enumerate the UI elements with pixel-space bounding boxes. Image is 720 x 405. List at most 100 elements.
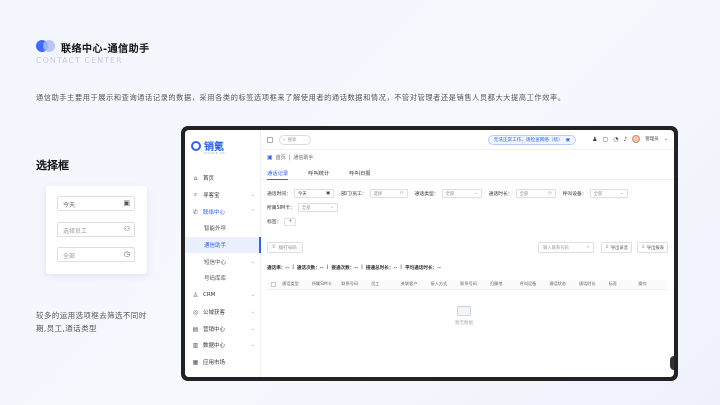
logo-icon	[191, 140, 201, 151]
sim-label: 所属SIM卡：	[267, 206, 295, 211]
call-type-select-value: 全部	[63, 253, 76, 260]
network-notice[interactable]: 无法正常工作，请检查网络（续） ▣	[487, 135, 576, 145]
dial-number-label: 拨打号码	[278, 245, 297, 251]
search-icon: ⌕	[283, 137, 286, 143]
message-icon[interactable]: ▢	[603, 136, 609, 143]
call-type-select[interactable]: 全部 ◷	[57, 247, 135, 262]
download-icon: ⇩	[641, 245, 645, 250]
chevron-icon: ⌄	[250, 192, 255, 198]
export-report-button[interactable]: ⇩ 导出报表	[637, 242, 668, 253]
top-bar-icons: ♟ ▢ ◔ ♪ 管理员 ⌄	[592, 135, 668, 143]
duration-value: 全部	[519, 191, 529, 197]
bell-icon[interactable]: ♪	[623, 136, 627, 143]
empty-state: 暂无数据	[455, 306, 473, 326]
tag-label: 标签：	[267, 220, 282, 225]
sim-input[interactable]: 全部 ⌄	[297, 203, 338, 212]
call-time-value: 今天	[298, 191, 307, 197]
column-header: 标签	[608, 281, 617, 286]
breadcrumb-current: 通信助手	[293, 155, 314, 161]
call-time-input[interactable]: 今天 ▣	[294, 189, 334, 198]
table-header: 通话类型 所属SIM卡 联系号码 员工 关联客户 接入方式 联系号码 归属地 呼叫设备 通话状态 通…	[267, 279, 668, 290]
sidebar-item-label: 智能外呼	[204, 226, 227, 232]
empty-box-icon	[457, 306, 471, 316]
sidebar-item[interactable]: 号码库库	[185, 270, 261, 286]
sidebar-item-label: 公域获客	[203, 310, 226, 316]
chevron-down-icon: ⌄	[330, 205, 334, 210]
chevron-icon: ⌄	[250, 292, 255, 298]
dept-input[interactable]: 选择 ⚇	[369, 189, 408, 198]
column-header: 联系号码	[460, 281, 477, 286]
selector-heading: 选择框	[36, 159, 69, 172]
sidebar-item[interactable]: ◎ 公域获客 ⌄	[185, 304, 261, 320]
number-search-input[interactable]: 输入联系号码 ⌕	[538, 242, 594, 253]
sidebar-item[interactable]: ✆ 联络中心 ⌃	[185, 204, 261, 220]
sidebar-item-label: 营销中心	[203, 327, 226, 333]
calendar-icon: ▣	[325, 191, 330, 196]
crm-icon: ♙	[192, 291, 199, 299]
call-type-input[interactable]: 全部 ⌄	[441, 189, 482, 198]
tab-call-daily[interactable]: 呼叫日报	[349, 166, 370, 180]
stats-bar: 通话率：-- | 通话次数：-- | 接通次数：-- | 接通总时长：-- | 平均通话…	[267, 265, 668, 271]
phone-icon: ✆	[192, 208, 199, 216]
network-notice-text: 无法正常工作，请检查网络（续）	[493, 138, 563, 143]
export-recording-button[interactable]: ⇩ 导出录音	[601, 242, 632, 253]
call-type-label: 通话类型：	[414, 192, 439, 197]
add-tag-button[interactable]: +	[284, 217, 297, 226]
headset-icon[interactable]: ◔	[613, 136, 618, 143]
avatar[interactable]	[632, 135, 641, 143]
sidebar-item[interactable]: ▥ 数据中心 ⌄	[185, 337, 261, 353]
column-header: 联系号码	[341, 281, 359, 286]
date-select[interactable]: 今天 ▣	[57, 196, 135, 211]
sidebar-item[interactable]: 通信助手	[185, 237, 261, 253]
stat-total-duration: 接通总时长：--	[365, 266, 398, 271]
marketing-icon: ▤	[192, 325, 199, 333]
sidebar-item[interactable]: ⌂ 首页	[185, 170, 261, 186]
brand-dots-icon	[36, 40, 56, 52]
column-header: 操作	[638, 281, 647, 286]
sidebar-item-label: 号码库库	[204, 276, 227, 282]
device-input[interactable]: 全部 ⌄	[589, 189, 628, 198]
breadcrumb-icon: ▣	[267, 154, 273, 161]
duration-label: 通话时长：	[488, 192, 513, 197]
sidebar-item[interactable]: 智能外呼	[185, 220, 261, 236]
export-report-label: 导出报表	[646, 245, 664, 251]
device-label: 呼叫设备：	[562, 192, 587, 197]
stat-call-rate: 通话率：--	[267, 266, 290, 271]
device-value: 全部	[593, 191, 603, 197]
chevron-icon: ⌄	[250, 259, 255, 265]
duration-input[interactable]: 全部 ◷	[515, 189, 556, 198]
sidebar-item-label: 首页	[203, 176, 215, 182]
tab-call-records[interactable]: 通话记录	[267, 166, 289, 180]
export-recording-label: 导出录音	[610, 245, 628, 251]
user-name[interactable]: 管理员	[645, 136, 659, 142]
select-all-checkbox[interactable]	[271, 281, 276, 287]
selector-note: 较多的运用选项框去筛选不同时期,员工,通话类型	[36, 311, 147, 333]
sidebar-item-label: 短信中心	[204, 260, 227, 266]
sidebar-item-label: 寻客宝	[203, 193, 220, 199]
search-icon: ⌕	[586, 245, 589, 250]
side-drawer-handle[interactable]	[670, 356, 674, 370]
sidebar-item[interactable]: ▦ 应用市场	[185, 354, 261, 370]
selector-demo-card: 今天 ▣ 选择员工 ⚇ 全部 ◷	[46, 186, 147, 274]
tab-call-stats[interactable]: 呼叫统计	[308, 166, 329, 180]
collapse-menu-icon[interactable]	[267, 136, 273, 143]
chevron-down-icon[interactable]: ⌄	[664, 136, 668, 142]
page-description: 通信助手主要用于展示和查询通话记录的数据，采用各类的标签选项框来了解使用者的通话…	[36, 93, 566, 102]
clock-icon: ◷	[547, 191, 552, 196]
sidebar-item[interactable]: ♙ CRM ⌄	[185, 287, 261, 303]
sidebar-item[interactable]: ▤ 营销中心 ⌄	[185, 321, 261, 337]
dial-number-button[interactable]: ✆ 拨打号码	[267, 242, 303, 253]
column-header: 通话时长	[578, 281, 596, 286]
sidebar: 销氪 XIAOKE.CN ⌂ 首页 ⌕ 寻客宝 ⌄ ✆ 联络中心 ⌃ 智能外呼 通信助手 短信中心 ⌄…	[185, 130, 261, 377]
global-search[interactable]: ⌕ 搜索	[279, 134, 311, 145]
breadcrumb-home[interactable]: 首页	[276, 154, 286, 161]
column-header: 所属SIM卡	[311, 281, 332, 286]
sidebar-item[interactable]: 短信中心 ⌄	[185, 254, 261, 270]
sidebar-item[interactable]: ⌕ 寻客宝 ⌄	[185, 187, 261, 203]
sidebar-item-label: CRM	[203, 292, 216, 298]
team-icon[interactable]: ♟	[592, 136, 597, 143]
employee-select[interactable]: 选择员工 ⚇	[57, 222, 135, 237]
sim-value: 全部	[301, 205, 311, 211]
stat-call-count: 通话次数：--	[296, 266, 324, 271]
chevron-icon: ⌄	[250, 342, 255, 348]
